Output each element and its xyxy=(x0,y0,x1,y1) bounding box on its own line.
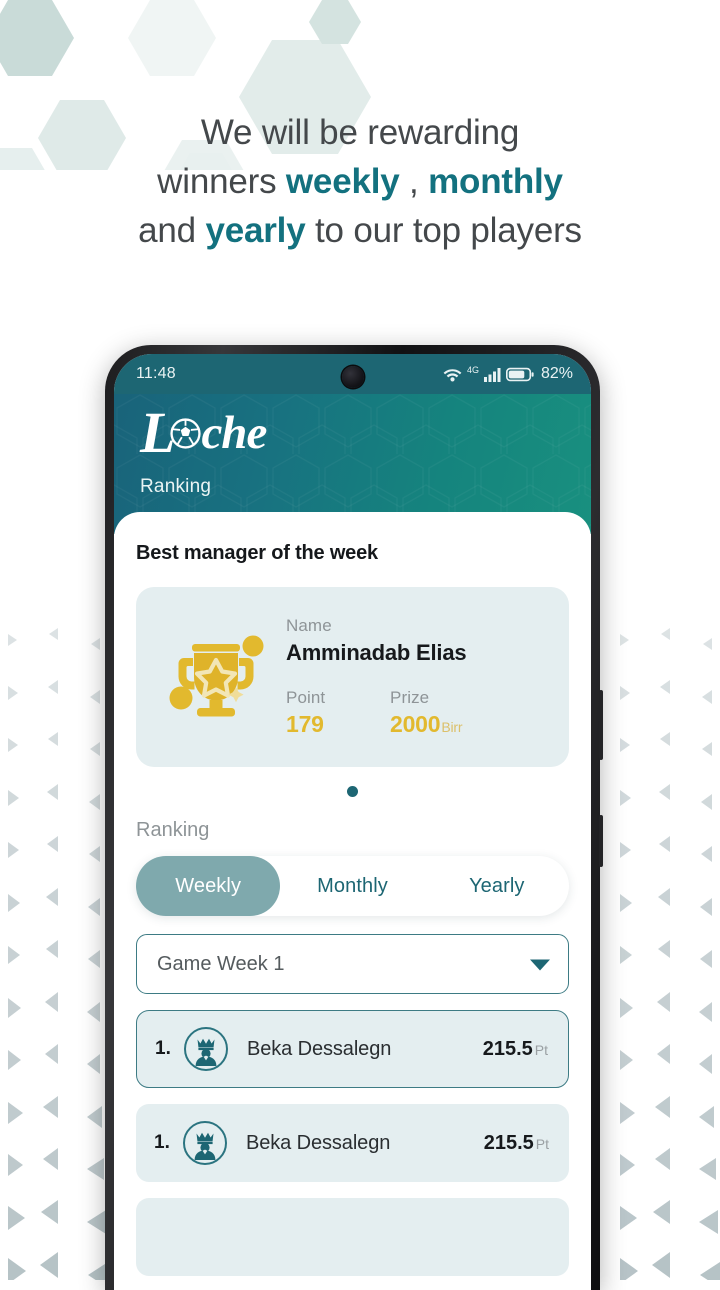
table-row[interactable]: 1. Beka Dessalegn 215.5 Pt xyxy=(136,1010,569,1088)
power-button[interactable] xyxy=(599,815,603,867)
best-manager-card[interactable]: Name Amminadab Elias Point 179 Prize 200… xyxy=(136,587,569,767)
ranking-section-label: Ranking xyxy=(136,819,210,841)
best-manager-point-stat: Point 179 xyxy=(286,688,390,738)
wifi-icon xyxy=(443,368,462,381)
point-value: 179 xyxy=(286,711,324,737)
rank-position: 1. xyxy=(155,1038,171,1059)
game-week-select-value: Game Week 1 xyxy=(157,952,285,975)
front-camera-punch-hole xyxy=(341,366,364,388)
promo-headline-line-1: We will be rewarding xyxy=(0,108,720,157)
ranking-list: 1. Beka Dessalegn 215.5 Pt 1. Beka Dessa… xyxy=(136,1010,569,1276)
phone-mockup: 11:48 4G 82% L che Ranking Best manager … xyxy=(105,345,603,1290)
tab-monthly[interactable]: Monthly xyxy=(280,856,424,916)
logo-text-che: che xyxy=(201,406,267,459)
promo-highlight-monthly: monthly xyxy=(428,162,563,201)
soccer-ball-icon xyxy=(170,417,202,449)
content-sheet: Best manager of the week Name Amminadab … xyxy=(114,512,591,1276)
promo-line2-mid: , xyxy=(399,162,429,201)
volume-button[interactable] xyxy=(599,690,603,760)
table-row[interactable] xyxy=(136,1198,569,1276)
rank-points: 215.5 Pt xyxy=(483,1038,548,1061)
network-type-label: 4G xyxy=(466,365,479,375)
phone-screen: 11:48 4G 82% L che Ranking Best manager … xyxy=(114,354,591,1290)
best-manager-info: Name Amminadab Elias Point 179 Prize 200… xyxy=(280,616,553,738)
rank-points: 215.5 Pt xyxy=(484,1132,549,1155)
signal-bars-icon xyxy=(483,367,501,382)
header-subtitle: Ranking xyxy=(140,476,212,497)
promo-line2-prefix: winners xyxy=(157,162,286,201)
game-week-select[interactable]: Game Week 1 xyxy=(136,934,569,994)
prize-label: Prize xyxy=(390,688,430,707)
rank-points-value: 215.5 xyxy=(482,1037,533,1060)
promo-highlight-yearly: yearly xyxy=(205,211,306,250)
promo-highlight-weekly: weekly xyxy=(285,162,400,201)
trophy-icon-wrapper xyxy=(152,625,280,729)
promo-line3-prefix: and xyxy=(138,211,206,250)
status-bar-clock: 11:48 xyxy=(136,365,176,382)
status-bar-indicators: 4G 82% xyxy=(443,365,573,383)
trophy-icon xyxy=(169,635,264,717)
rank-player-name: Beka Dessalegn xyxy=(247,1037,392,1060)
crowned-user-icon xyxy=(183,1026,229,1072)
app-logo: L che xyxy=(140,400,591,465)
battery-icon xyxy=(505,367,534,381)
carousel-dot-indicator[interactable] xyxy=(136,786,569,797)
promo-headline: We will be rewarding winners weekly , mo… xyxy=(0,108,720,255)
best-manager-prize-stat: Prize 2000Birr xyxy=(390,688,463,738)
rank-points-value: 215.5 xyxy=(483,1131,534,1154)
promo-line1-text: We will be rewarding xyxy=(200,113,520,152)
prize-value-wrapper: 2000Birr xyxy=(390,711,463,738)
rank-points-unit: Pt xyxy=(534,1041,548,1058)
table-row[interactable]: 1. Beka Dessalegn 215.5 Pt xyxy=(136,1104,569,1182)
triangle-background-pattern-right xyxy=(620,628,720,1280)
prize-value: 2000 xyxy=(390,711,441,737)
best-manager-name-label: Name xyxy=(286,616,332,635)
best-manager-name-value: Amminadab Elias xyxy=(286,640,467,665)
rank-points-unit: Pt xyxy=(535,1135,549,1152)
tab-yearly[interactable]: Yearly xyxy=(425,856,569,916)
chevron-down-icon[interactable] xyxy=(530,958,550,971)
rank-position: 1. xyxy=(154,1132,170,1153)
tab-weekly[interactable]: Weekly xyxy=(136,856,281,916)
battery-percentage: 82% xyxy=(540,365,573,382)
best-manager-stats: Point 179 Prize 2000Birr xyxy=(286,688,553,738)
point-label: Point xyxy=(286,688,326,707)
triangle-background-pattern-left xyxy=(8,628,108,1280)
logo-letter-l: L xyxy=(140,400,175,465)
best-manager-section-title: Best manager of the week xyxy=(136,542,378,564)
promo-headline-line-2: winners weekly , monthly xyxy=(0,157,720,206)
prize-currency-unit: Birr xyxy=(441,719,463,735)
promo-line3-suffix: to our top players xyxy=(305,211,582,250)
carousel-dot-active[interactable] xyxy=(347,786,358,797)
ranking-period-tabs: Weekly Monthly Yearly xyxy=(136,856,569,916)
promo-headline-line-3: and yearly to our top players xyxy=(0,206,720,255)
status-bar: 11:48 4G 82% xyxy=(114,354,591,394)
rank-player-name: Beka Dessalegn xyxy=(246,1131,391,1154)
crowned-user-icon xyxy=(182,1120,228,1166)
